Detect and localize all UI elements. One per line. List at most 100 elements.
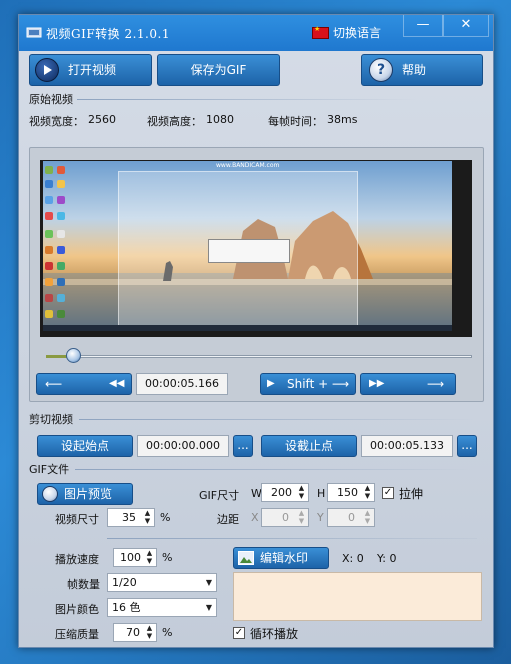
desktop-icon [57,246,65,254]
play-icon [35,58,59,82]
divider [75,469,474,470]
close-button[interactable]: ✕ [443,15,489,37]
desktop-icon [45,262,53,270]
desktop-icon [45,166,53,174]
speed-value: 100 [120,551,141,564]
desktop-taskbar [43,325,452,331]
watermark-text-area[interactable] [233,572,482,621]
speed-unit: % [162,551,173,564]
desktop-icon [57,166,65,174]
frame-time-label: 每帧时间： [268,115,323,128]
arrow-right-icon: ⟶ [427,377,445,391]
loop-label: 循环播放 [250,627,299,641]
margin-x-value: 0 [282,511,289,524]
desktop-icon [57,262,65,270]
stretch-checkbox[interactable]: ✓ [382,487,394,499]
video-preview-panel: www.BANDICAM.com ⟵ ◀◀ 00:00:05.166 ▶ Shi… [29,147,484,402]
section-cut-video: 剪切视频 [29,413,73,426]
gif-width-value: 200 [271,486,292,499]
china-flag-icon[interactable] [312,25,329,39]
spin-arrows-icon[interactable]: ▲ ▼ [144,549,155,566]
colors-select[interactable]: 16 色 ▼ [107,598,217,617]
title-bar[interactable]: 视频GIF转换 2.1.0.1 切换语言 — ✕ [19,15,493,51]
save-gif-button[interactable]: 保存为GIF [157,54,280,86]
video-width-value: 2560 [88,113,116,126]
section-gif-file: GIF文件 [29,463,70,476]
start-time-more-button[interactable]: ... [233,435,253,457]
speed-label: 播放速度 [55,553,99,566]
margin-y-value: 0 [348,511,355,524]
quality-value: 70 [126,626,140,639]
video-size-stepper[interactable]: 35 ▲ ▼ [107,508,155,527]
stretch-label: 拉伸 [399,487,424,501]
colors-label: 图片颜色 [55,603,99,616]
rewind-icon: ◀◀ [109,378,125,389]
speed-stepper[interactable]: 100 ▲ ▼ [113,548,157,567]
end-time-more-button[interactable]: ... [457,435,477,457]
frames-value: 1/20 [112,576,137,589]
fast-forward-icon: ▶▶ [369,378,385,389]
desktop-icon [45,246,53,254]
end-time-display: 00:00:05.133 [361,435,453,457]
preview-image-label: 图片预览 [64,487,113,501]
spin-arrows-icon[interactable]: ▲ ▼ [296,484,307,501]
gif-height-value: 150 [337,486,358,499]
desktop-icon [57,180,65,188]
desktop-icon [57,278,65,286]
start-time-display: 00:00:00.000 [137,435,229,457]
open-video-button[interactable]: 打开视频 [29,54,152,86]
margin-x-label: X [251,511,259,524]
switch-language-button[interactable]: 切换语言 [333,24,381,41]
set-end-button[interactable]: 设截止点 [261,435,357,457]
open-video-label: 打开视频 [68,63,117,77]
gif-height-stepper[interactable]: 150 ▲ ▼ [327,483,375,502]
preview-image-button[interactable]: 图片预览 [37,483,133,505]
margin-label: 边距 [217,513,239,526]
quality-unit: % [162,626,173,639]
prev-frame-button[interactable]: ⟵ ◀◀ [36,373,132,395]
section-original-video: 原始视频 [29,93,73,106]
help-label: 帮助 [402,63,427,77]
video-thumbnail: www.BANDICAM.com [43,161,452,325]
colors-value: 16 色 [112,601,141,614]
desktop-icon [57,230,65,238]
spin-arrows-icon[interactable]: ▲ ▼ [144,624,155,641]
video-size-unit: % [160,511,171,524]
minimize-button[interactable]: — [403,15,443,37]
arrow-left-icon: ⟵ [45,377,63,391]
desktop-icon [45,212,53,220]
desktop-icon [57,212,65,220]
play-small-icon: ▶ [267,378,275,389]
gif-width-stepper[interactable]: 200 ▲ ▼ [261,483,309,502]
edit-watermark-button[interactable]: 编辑水印 [233,547,329,569]
window-title: 视频GIF转换 2.1.0.1 [46,27,170,41]
frame-time-value: 38ms [327,113,358,126]
desktop-icon [57,310,65,318]
shift-forward-button[interactable]: ▶ Shift + ⟶ [260,373,356,395]
quality-stepper[interactable]: 70 ▲ ▼ [113,623,157,642]
shift-forward-label: Shift + ⟶ [287,377,350,391]
desktop-dialog [208,239,290,263]
loop-checkbox[interactable]: ✓ [233,627,245,639]
spin-arrows-icon[interactable]: ▲ ▼ [142,509,153,526]
margin-y-label: Y [317,511,324,524]
desktop-icons [45,164,73,324]
next-frame-button[interactable]: ▶▶ ⟶ [360,373,456,395]
set-start-button[interactable]: 设起始点 [37,435,133,457]
timeline-slider-thumb[interactable] [65,348,81,363]
margin-x-stepper: 0 ▲ ▼ [261,508,309,527]
video-width-label: 视频宽度： [29,115,84,128]
help-button[interactable]: ? 帮助 [361,54,483,86]
video-height-label: 视频高度： [147,115,202,128]
chevron-down-icon: ▼ [205,578,212,587]
margin-y-stepper: 0 ▲ ▼ [327,508,375,527]
timeline-slider-track[interactable] [46,355,472,358]
video-height-value: 1080 [206,113,234,126]
spin-arrows-icon: ▲ ▼ [364,509,371,525]
desktop-icon [57,294,65,302]
desktop-icon [45,278,53,286]
watermark-y: Y: 0 [377,552,397,565]
spin-arrows-icon[interactable]: ▲ ▼ [362,484,373,501]
app-window: 视频GIF转换 2.1.0.1 切换语言 — ✕ 打开视频 保存为GIF ? 帮… [18,14,494,648]
frames-select[interactable]: 1/20 ▼ [107,573,217,592]
